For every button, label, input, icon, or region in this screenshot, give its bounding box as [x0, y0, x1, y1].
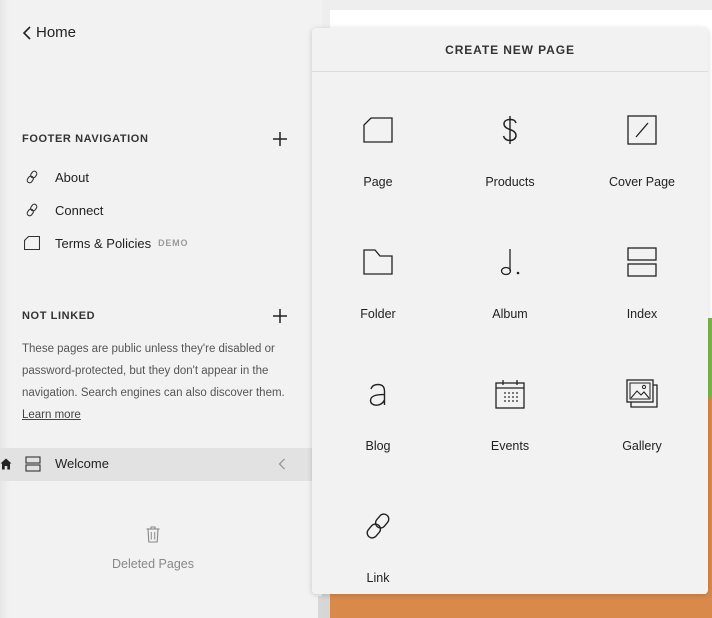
- index-icon: [625, 245, 659, 279]
- sidebar-item-label: Welcome: [55, 456, 109, 471]
- panel-title: CREATE NEW PAGE: [312, 28, 708, 72]
- pages-sidebar: Home FOOTER NAVIGATION About Connect Ter…: [0, 0, 322, 618]
- preview-edge: [322, 594, 330, 618]
- page-type-blog[interactable]: Blog: [312, 337, 444, 469]
- plus-icon: [273, 309, 287, 323]
- link-icon: [22, 169, 42, 185]
- chevron-left-icon: [22, 25, 32, 41]
- tile-label: Blog: [365, 439, 391, 453]
- page-type-gallery[interactable]: Gallery: [576, 337, 708, 469]
- gallery-icon: [625, 377, 659, 411]
- sidebar-item-welcome[interactable]: Welcome: [0, 448, 312, 481]
- preview-footer-band: [330, 594, 712, 618]
- add-footer-page-button[interactable]: [272, 131, 288, 147]
- add-unlinked-page-button[interactable]: [272, 308, 288, 324]
- tile-label: Folder: [360, 307, 396, 321]
- page-type-page[interactable]: Page: [312, 73, 444, 205]
- chevron-left-icon[interactable]: [278, 458, 286, 470]
- tile-label: Cover Page: [608, 175, 675, 189]
- cover-page-icon: [625, 113, 659, 147]
- page-type-index[interactable]: Index: [576, 205, 708, 337]
- footer-navigation-title: FOOTER NAVIGATION: [22, 133, 149, 145]
- blog-icon: [361, 377, 395, 411]
- page-type-album[interactable]: Album: [444, 205, 576, 337]
- page-type-cover-page[interactable]: Cover Page: [576, 73, 708, 205]
- sidebar-item-connect[interactable]: Connect: [22, 200, 103, 220]
- tile-label: Page: [363, 175, 393, 189]
- trash-icon: [146, 526, 160, 543]
- home-icon: [0, 458, 12, 470]
- page-type-link[interactable]: Link: [312, 469, 444, 594]
- page-type-folder[interactable]: Folder: [312, 205, 444, 337]
- page-type-events[interactable]: Events: [444, 337, 576, 469]
- sidebar-item-label: Terms & Policies: [55, 235, 152, 251]
- page-icon: [361, 113, 395, 147]
- page-type-products[interactable]: Products: [444, 73, 576, 205]
- deleted-pages-button[interactable]: Deleted Pages: [0, 526, 306, 573]
- not-linked-note-text: These pages are public unless they're di…: [22, 343, 285, 399]
- sidebar-item-terms-policies[interactable]: Terms & Policies DEMO: [22, 233, 188, 253]
- music-note-icon: [493, 245, 527, 279]
- tile-label: Products: [485, 175, 535, 189]
- not-linked-title: NOT LINKED: [22, 310, 96, 322]
- scrollbar[interactable]: [318, 596, 322, 618]
- demo-badge: DEMO: [158, 238, 189, 248]
- deleted-pages-label: Deleted Pages: [111, 557, 194, 571]
- link-icon: [361, 509, 395, 543]
- tile-label: Album: [492, 307, 528, 321]
- create-new-page-panel: CREATE NEW PAGE Page Products Cover Page…: [312, 28, 708, 594]
- calendar-icon: [493, 377, 527, 411]
- tile-label: Index: [626, 307, 658, 321]
- sidebar-item-label: Connect: [55, 202, 104, 218]
- index-icon: [25, 456, 41, 472]
- not-linked-description: These pages are public unless they're di…: [22, 338, 292, 426]
- folder-icon: [361, 245, 395, 279]
- tile-label: Events: [490, 439, 530, 453]
- tile-label: Gallery: [622, 439, 662, 453]
- page-icon: [22, 235, 42, 251]
- link-icon: [22, 202, 42, 218]
- back-home-link[interactable]: Home: [22, 24, 76, 41]
- dollar-icon: [493, 113, 527, 147]
- learn-more-link[interactable]: Learn more: [22, 409, 81, 421]
- back-home-label: Home: [36, 24, 77, 41]
- plus-icon: [273, 132, 287, 146]
- sidebar-item-label: About: [55, 169, 89, 185]
- tile-label: Link: [366, 571, 390, 585]
- sidebar-item-about[interactable]: About: [22, 167, 89, 187]
